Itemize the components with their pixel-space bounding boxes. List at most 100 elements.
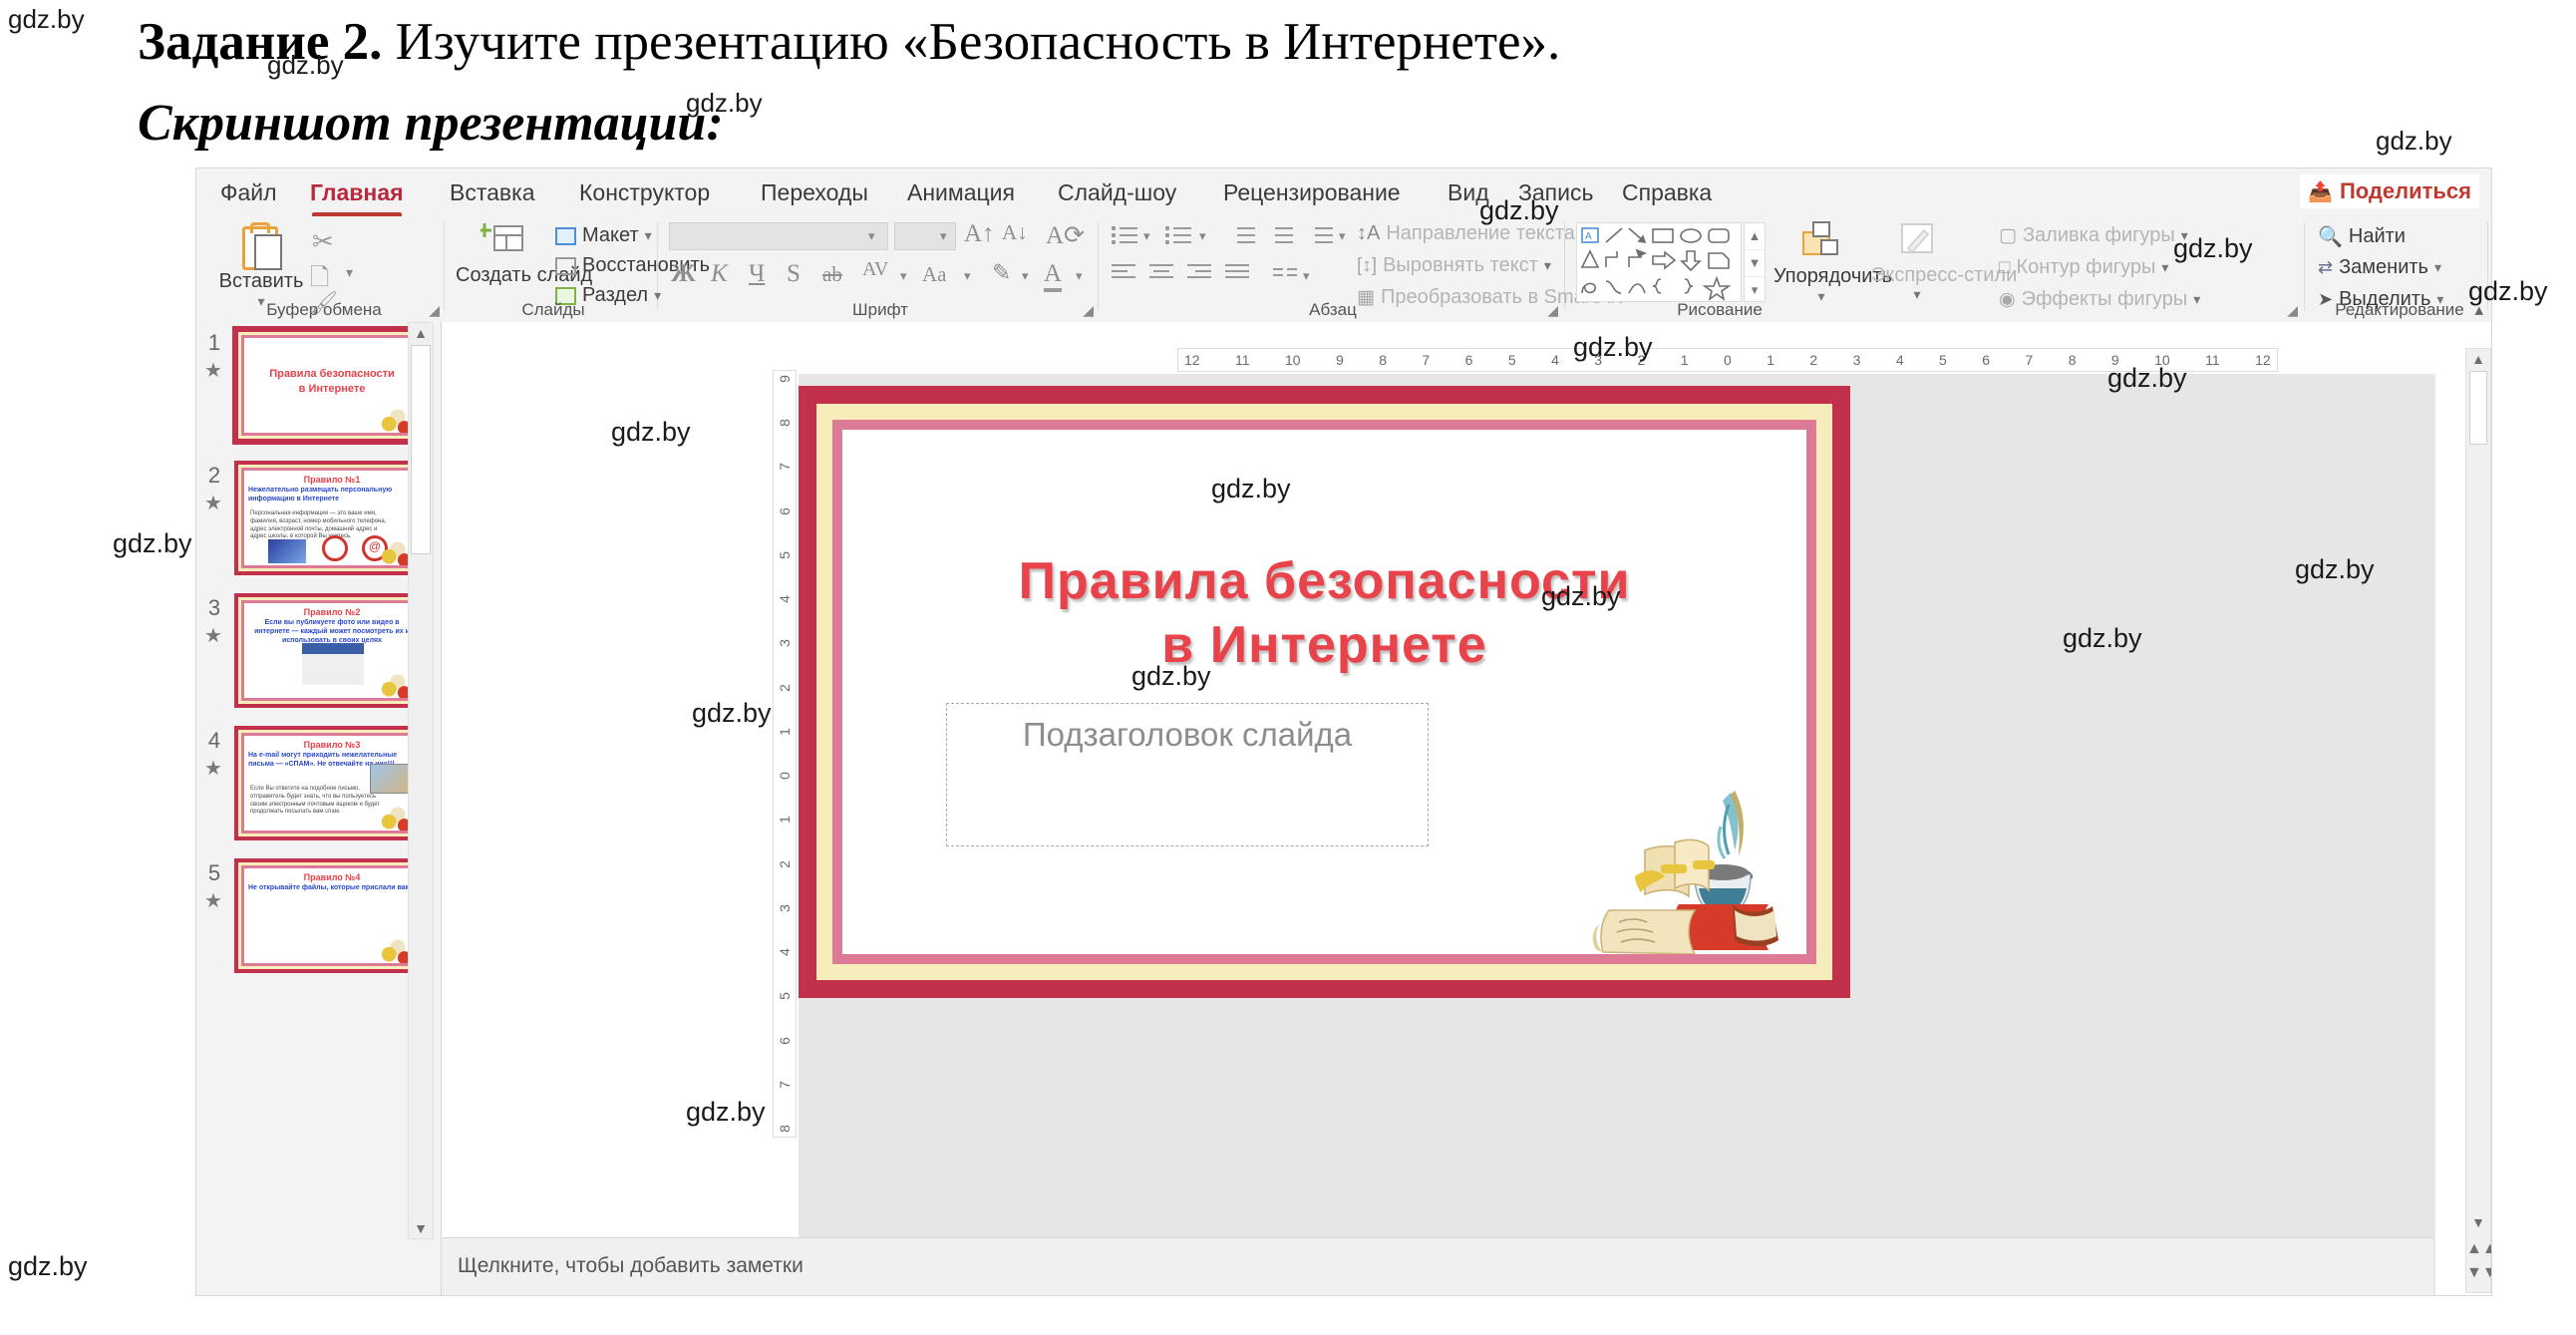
align-right-icon[interactable]: [1187, 264, 1213, 282]
ribbon-tab-1[interactable]: Главная: [304, 176, 410, 217]
new-slide-button[interactable]: Создать слайд: [456, 220, 592, 286]
shape-fill-button[interactable]: ▢ Заливка фигуры ▾: [1999, 224, 2188, 247]
previous-slide-icon[interactable]: ▲▲: [2466, 1240, 2491, 1258]
thumbnail-scrollbar[interactable]: ▲ ▼: [408, 322, 434, 1239]
scissors-icon[interactable]: ✂: [312, 226, 334, 257]
ruler-tick-h-5: 7: [1422, 352, 1431, 368]
shapes-gallery[interactable]: A: [1576, 222, 1742, 302]
dialog-launcher-paragraph[interactable]: ◢: [1547, 302, 1558, 319]
align-left-icon[interactable]: [1112, 264, 1137, 282]
italic-button[interactable]: К: [711, 260, 728, 288]
scrollbar-thumb[interactable]: [411, 345, 431, 554]
quick-styles-button[interactable]: Экспресс-стили ▾: [1871, 220, 2017, 303]
change-case-button[interactable]: Aa: [922, 262, 947, 287]
replace-button[interactable]: ⇄ Заменить ▾: [2318, 256, 2441, 279]
next-slide-icon[interactable]: ▼▼: [2466, 1264, 2491, 1282]
columns-icon[interactable]: [1273, 266, 1299, 286]
clear-formatting-icon[interactable]: A⟳: [1046, 220, 1085, 250]
chevron-down-icon[interactable]: ▾: [900, 268, 907, 284]
scroll-up-icon[interactable]: ▲: [2466, 351, 2490, 367]
slide-thumbnail-2[interactable]: 2 ★ Правило №1 Нежелательно размещать персо…: [196, 461, 441, 575]
slide-editing-surface[interactable]: Правила безопасности в Интернете Подзаго…: [799, 386, 1850, 998]
slide-thumbnail-4[interactable]: 4 ★ Правило №3 На e-mail могут приходить не…: [196, 726, 441, 840]
notes-pane[interactable]: Щелкните, чтобы добавить заметки: [442, 1237, 2433, 1295]
thumbnail-slide-preview[interactable]: Правила безопасности в Интернете: [232, 326, 432, 445]
chevron-down-icon[interactable]: ▾: [1199, 228, 1206, 244]
chevron-down-icon[interactable]: ▾: [964, 268, 971, 284]
ribbon-tab-0[interactable]: Файл: [214, 176, 283, 209]
thumbnail-slide-preview[interactable]: Правило №1 Нежелательно размещать персона…: [234, 461, 430, 575]
chevron-down-icon[interactable]: ▾: [1303, 268, 1310, 284]
dialog-launcher-font[interactable]: ◢: [1083, 302, 1094, 319]
vertical-ruler: 9 8 7 6 5 4 3 2 1 0 1 2 3 4 5 6 7 8: [773, 370, 797, 1138]
shape-effects-button[interactable]: ◉ Эффекты фигуры ▾: [1999, 288, 2200, 311]
chevron-down-icon[interactable]: ▾: [346, 264, 353, 281]
text-highlight-icon[interactable]: ✎: [992, 260, 1011, 286]
slide-thumbnail-3[interactable]: 3 ★ Правило №2 Если вы публикуете фото или …: [196, 593, 441, 708]
ribbon-tab-7[interactable]: Рецензирование: [1217, 176, 1407, 209]
bulleted-list-icon[interactable]: [1112, 224, 1137, 244]
scroll-down-icon[interactable]: ▼: [409, 1220, 433, 1236]
slide-thumbnail-pane[interactable]: 1 ★ Правила безопасности в Интернете 2 ★ Прави…: [196, 322, 442, 1295]
paste-icon: [240, 222, 282, 270]
shapes-gallery-scrollbar[interactable]: ▲ ▼ ▾: [1744, 222, 1766, 304]
dialog-launcher-clipboard[interactable]: ◢: [429, 302, 440, 319]
thumbnail-slide-preview[interactable]: Правило №4 Не открывайте файлы, которые п…: [234, 858, 430, 973]
slide-thumbnail-1[interactable]: 1 ★ Правила безопасности в Интернете: [196, 326, 441, 445]
share-button[interactable]: 📤 Поделиться: [2300, 174, 2479, 208]
font-color-icon[interactable]: A: [1044, 260, 1063, 292]
scroll-down-icon[interactable]: ▼: [1745, 250, 1765, 277]
slide-title-line-1[interactable]: Правила безопасности: [842, 551, 1806, 611]
scroll-up-icon[interactable]: ▲: [409, 325, 433, 341]
font-name-input[interactable]: [669, 222, 888, 250]
chevron-down-icon[interactable]: ▾: [1022, 268, 1029, 284]
align-center-icon[interactable]: [1149, 264, 1175, 282]
ribbon-tab-4[interactable]: Переходы: [755, 176, 874, 209]
subtitle-placeholder[interactable]: Подзаголовок слайда: [946, 703, 1429, 846]
find-button[interactable]: 🔍 Найти: [2318, 224, 2406, 249]
chevron-down-icon[interactable]: ▾: [1339, 228, 1346, 244]
ribbon-tab-3[interactable]: Конструктор: [573, 176, 716, 209]
chevron-down-icon[interactable]: ▾: [1076, 268, 1083, 284]
chevron-down-icon[interactable]: ▾: [1143, 228, 1150, 244]
justify-icon[interactable]: [1225, 264, 1251, 282]
numbered-list-icon[interactable]: [1165, 224, 1191, 244]
ribbon-tab-5[interactable]: Анимация: [901, 176, 1021, 209]
chevron-down-icon[interactable]: ▾: [868, 228, 875, 244]
arrange-button[interactable]: Упорядочить ▾: [1773, 220, 1892, 305]
ruler-tick-h-12: 0: [1723, 352, 1732, 368]
align-text-button[interactable]: [↕] Выровнять текст ▾: [1357, 254, 1551, 277]
paste-button[interactable]: Вставить ▾: [218, 222, 304, 310]
scroll-down-icon[interactable]: ▼: [2466, 1214, 2490, 1230]
decrease-indent-icon[interactable]: [1229, 224, 1255, 244]
chevron-down-icon[interactable]: ▾: [1871, 286, 1963, 303]
dialog-launcher-drawing[interactable]: ◢: [2287, 302, 2298, 319]
increase-font-size-icon[interactable]: A↑: [964, 220, 995, 248]
canvas-vertical-scrollbar[interactable]: ▲ ▼ ▲▲ ▼▼: [2465, 348, 2491, 1293]
ruler-tick-v-6: 3: [776, 639, 793, 648]
line-spacing-icon[interactable]: [1307, 224, 1333, 244]
new-slide-icon: [478, 223, 523, 251]
ribbon-tab-10[interactable]: Справка: [1616, 176, 1718, 209]
thumbnail-slide-preview[interactable]: Правило №2 Если вы публикуете фото или ви…: [234, 593, 430, 708]
decrease-font-size-icon[interactable]: A↓: [1002, 220, 1028, 245]
chevron-down-icon[interactable]: ▾: [940, 228, 947, 244]
increase-indent-icon[interactable]: [1267, 224, 1293, 244]
ribbon-tab-2[interactable]: Вставка: [444, 176, 541, 209]
layout-button[interactable]: Макет ▾: [555, 224, 652, 247]
ribbon-tab-6[interactable]: Слайд-шоу: [1052, 176, 1182, 209]
bold-button[interactable]: Ж: [671, 260, 696, 288]
character-spacing-button[interactable]: AV: [862, 258, 888, 281]
scroll-up-icon[interactable]: ▲: [1745, 223, 1765, 250]
text-shadow-button[interactable]: S: [787, 260, 801, 288]
strikethrough-button[interactable]: ab: [822, 262, 842, 287]
scrollbar-thumb[interactable]: [2469, 371, 2487, 445]
slide-title-line-2[interactable]: в Интернете: [842, 615, 1806, 675]
thumbnail-slide-preview[interactable]: Правило №3 На e-mail могут приходить неже…: [234, 726, 430, 840]
thumbnail-subtitle: Если вы публикуете фото или видео в инте…: [254, 619, 410, 644]
slide-thumbnail-5[interactable]: 5 ★ Правило №4 Не открывайте файлы, которые…: [196, 858, 441, 973]
group-label-drawing: Рисование: [1677, 300, 1763, 319]
thumbnail-subtitle: Нежелательно размещать персональную инфо…: [248, 487, 393, 502]
underline-button[interactable]: Ч: [749, 260, 765, 288]
shape-outline-button[interactable]: □ Контур фигуры ▾: [1999, 256, 2168, 279]
